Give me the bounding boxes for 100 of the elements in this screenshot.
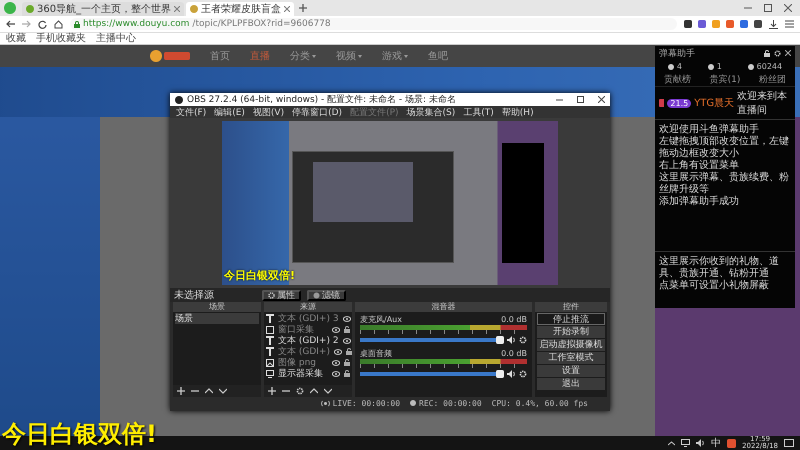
maximize-icon[interactable] xyxy=(764,4,772,12)
panel-title: 场景 xyxy=(173,302,261,312)
channel-reading: 0.0 dB xyxy=(501,315,527,325)
browser-tab[interactable]: 王者荣耀皮肤盲盒 xyxy=(186,2,294,16)
toolbar-button[interactable]: 属性 xyxy=(262,290,301,300)
close-icon[interactable] xyxy=(784,4,792,12)
toolbar-button[interactable]: 滤镜 xyxy=(307,290,346,300)
panel-tab[interactable]: 粉丝团 xyxy=(758,73,786,86)
text-icon xyxy=(266,314,274,323)
add-icon[interactable] xyxy=(177,387,185,395)
site-logo-icon[interactable] xyxy=(150,49,190,63)
chevron-up-icon[interactable] xyxy=(668,440,676,446)
source-item[interactable]: 显示器采集 xyxy=(278,367,328,380)
source-item[interactable]: 文本 (GDI+) xyxy=(278,345,330,358)
control-button[interactable]: 开始录制 xyxy=(537,326,605,338)
menu-item[interactable]: 停靠窗口(D) xyxy=(292,106,342,118)
new-tab-icon[interactable] xyxy=(299,4,308,12)
reload-icon[interactable] xyxy=(38,20,47,28)
settings-icon[interactable] xyxy=(296,387,304,395)
page-icon xyxy=(26,5,34,13)
menu-icon[interactable] xyxy=(785,20,794,28)
close-icon[interactable] xyxy=(284,6,290,12)
source-item[interactable]: 窗口采集 xyxy=(278,323,328,336)
eye-icon[interactable] xyxy=(332,326,340,332)
eye-icon[interactable] xyxy=(332,370,340,376)
obs-logo-icon xyxy=(175,96,183,104)
source-item[interactable]: 图像 png xyxy=(278,356,328,369)
eye-icon[interactable] xyxy=(334,348,342,354)
menu-item[interactable]: 工具(T) xyxy=(463,106,494,118)
live-timer: LIVE: 00:00:00 xyxy=(332,398,400,408)
home-icon[interactable] xyxy=(54,20,63,28)
maximize-icon[interactable] xyxy=(577,96,584,103)
chat-message: 左键拖拽顶部改变位置，左键拖动边框改变大小 xyxy=(659,136,790,160)
panel-tab[interactable]: 贡献榜 xyxy=(664,73,692,86)
menu-item[interactable]: 场景集合(S) xyxy=(406,106,456,118)
download-icon[interactable] xyxy=(769,20,778,28)
speaker-icon[interactable] xyxy=(507,370,516,378)
panel-title: 来源 xyxy=(264,302,352,312)
back-icon[interactable] xyxy=(6,20,15,28)
cpu-stats: CPU: 0.4%, 60.00 fps xyxy=(492,398,588,408)
channel-name: 麦克风/Aux xyxy=(360,315,402,325)
input-method-indicator[interactable]: 中 xyxy=(711,436,722,450)
network-icon[interactable] xyxy=(681,439,690,447)
panel-title: 混音器 xyxy=(355,302,532,312)
bookmark-link[interactable]: 主播中心 xyxy=(96,33,136,44)
down-icon[interactable] xyxy=(324,388,332,394)
broadcast-icon xyxy=(320,400,330,406)
eye-icon[interactable] xyxy=(342,316,351,322)
text-icon xyxy=(266,347,274,356)
menu-item[interactable]: 视图(V) xyxy=(252,106,284,118)
notification-icon[interactable] xyxy=(784,438,794,448)
lock-icon[interactable] xyxy=(344,370,350,377)
close-icon[interactable] xyxy=(785,50,791,56)
eye-icon[interactable] xyxy=(342,338,351,344)
control-button[interactable]: 退出 xyxy=(537,378,605,390)
stat-count: 1 xyxy=(716,62,722,71)
control-button[interactable]: 停止推流 xyxy=(537,313,605,325)
bookmark-link[interactable]: 收藏 xyxy=(6,33,26,44)
menu-item[interactable]: 文件(F) xyxy=(176,106,206,118)
lock-icon xyxy=(74,20,80,28)
up-icon[interactable] xyxy=(310,388,318,394)
source-item[interactable]: 文本 (GDI+) 2 xyxy=(278,334,339,347)
scene-item[interactable]: 场景 xyxy=(175,313,259,324)
extension-icons[interactable] xyxy=(684,20,762,28)
chat-message: 欢迎使用斗鱼弹幕助手 xyxy=(659,124,760,136)
rec-timer: REC: 00:00:00 xyxy=(419,398,482,408)
lock-icon[interactable] xyxy=(344,326,350,333)
channel-name: 桌面音频 xyxy=(360,349,392,359)
settings-icon[interactable] xyxy=(774,50,781,56)
menu-item[interactable]: 帮助(H) xyxy=(502,106,534,118)
up-icon[interactable] xyxy=(205,388,213,394)
speaker-icon[interactable] xyxy=(696,439,706,447)
text-icon xyxy=(266,336,274,345)
browser-tab[interactable]: 360导航_一个主页，整个世界 xyxy=(22,2,184,16)
lock-icon[interactable] xyxy=(344,359,350,366)
down-icon[interactable] xyxy=(219,388,227,394)
chat-message: 添加弹幕助手成功 xyxy=(659,196,740,208)
close-icon[interactable] xyxy=(598,96,605,103)
lock-icon[interactable] xyxy=(764,50,770,56)
panel-tab[interactable]: 贵宾(1) xyxy=(710,73,740,86)
address-field[interactable]: https://www.douyu.com /topic/KPLPFBOX?rid=9606778 xyxy=(70,18,677,30)
image-icon xyxy=(266,358,274,366)
add-icon[interactable] xyxy=(268,387,276,395)
control-button[interactable]: 启动虚拟摄像机 xyxy=(537,339,605,351)
settings-icon[interactable] xyxy=(519,336,527,344)
control-button[interactable]: 工作室模式 xyxy=(537,352,605,364)
gift-message: 这里展示你收到的礼物、道具、贵族开通、钻粉开通 xyxy=(659,256,780,280)
user-name: YTG晨天 xyxy=(694,97,734,110)
eye-icon[interactable] xyxy=(332,360,340,366)
speaker-icon[interactable] xyxy=(507,336,516,344)
control-button[interactable]: 设置 xyxy=(537,365,605,377)
bookmark-link[interactable]: 手机收藏夹 xyxy=(36,33,86,44)
menu-item[interactable]: 编辑(E) xyxy=(214,106,245,118)
welcome-text: 欢迎来到本直播间 xyxy=(737,90,788,117)
settings-icon[interactable] xyxy=(519,370,527,378)
lock-icon[interactable] xyxy=(346,348,352,355)
badge-icon xyxy=(659,99,664,107)
monitor-icon xyxy=(266,370,274,378)
app-icon[interactable] xyxy=(727,438,736,448)
source-item[interactable]: 文本 (GDI+) 3 xyxy=(278,312,339,325)
